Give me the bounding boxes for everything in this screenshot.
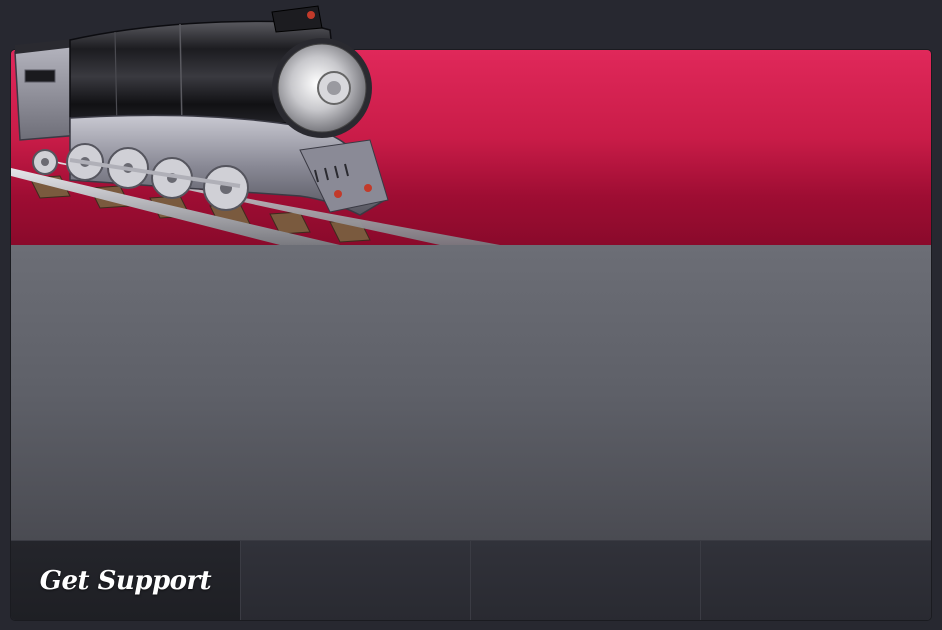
content-area — [11, 245, 931, 540]
header-banner — [11, 50, 931, 245]
tab-bar: Get Support — [11, 540, 931, 620]
tab-4[interactable] — [701, 541, 931, 620]
tab-get-support[interactable]: Get Support — [11, 541, 241, 620]
main-panel: Get Support — [11, 50, 931, 620]
tab-label: Get Support — [39, 566, 212, 596]
tab-2[interactable] — [241, 541, 471, 620]
tab-3[interactable] — [471, 541, 701, 620]
